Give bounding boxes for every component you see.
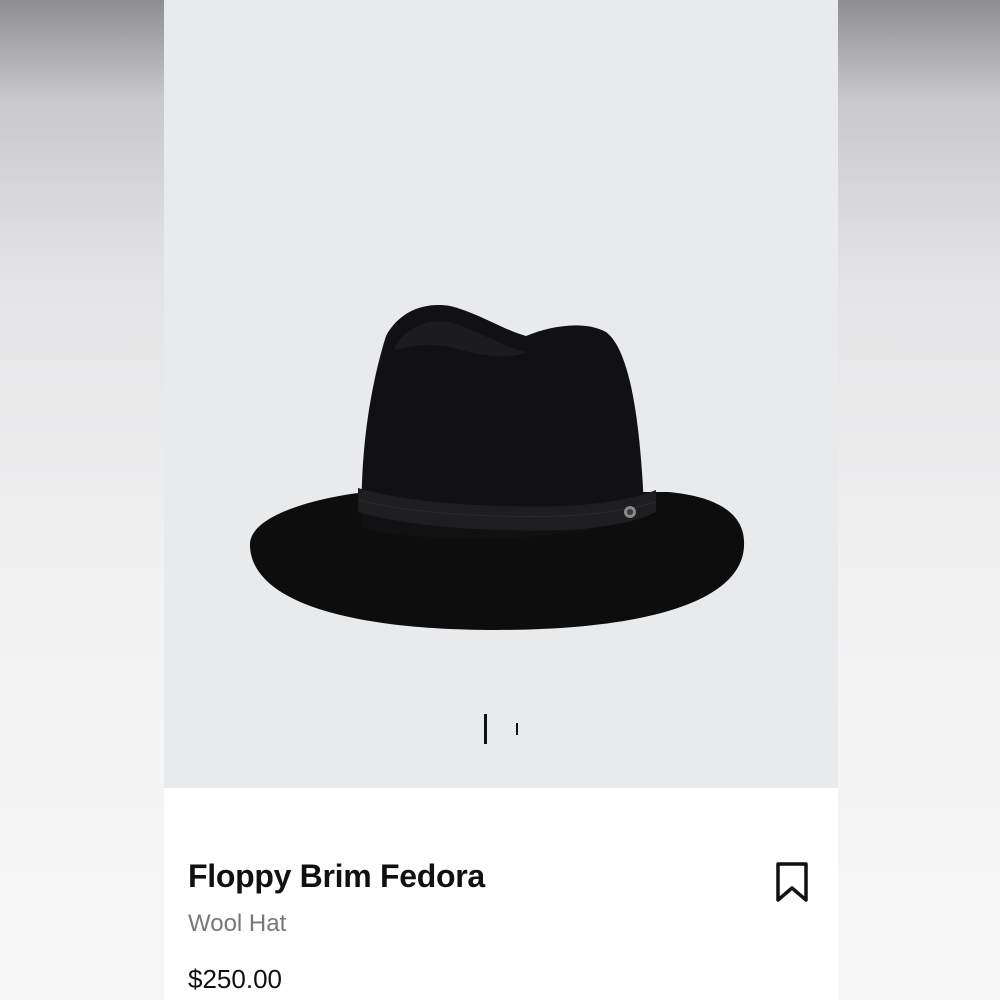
product-info: Floppy Brim Fedora Wool Hat $250.00 bbox=[164, 788, 838, 1000]
product-subtitle: Wool Hat bbox=[188, 910, 287, 937]
gallery-indicator[interactable] bbox=[516, 723, 518, 735]
product-image-fedora bbox=[249, 305, 745, 630]
gallery-indicator-active[interactable] bbox=[484, 714, 487, 744]
gallery-pagination bbox=[482, 714, 522, 746]
product-title: Floppy Brim Fedora bbox=[188, 858, 485, 894]
product-price: $250.00 bbox=[188, 964, 282, 994]
bookmark-icon bbox=[776, 862, 808, 902]
save-button[interactable] bbox=[772, 860, 812, 904]
product-screen: Floppy Brim Fedora Wool Hat $250.00 bbox=[164, 0, 838, 1000]
product-image-gallery[interactable] bbox=[164, 0, 838, 788]
